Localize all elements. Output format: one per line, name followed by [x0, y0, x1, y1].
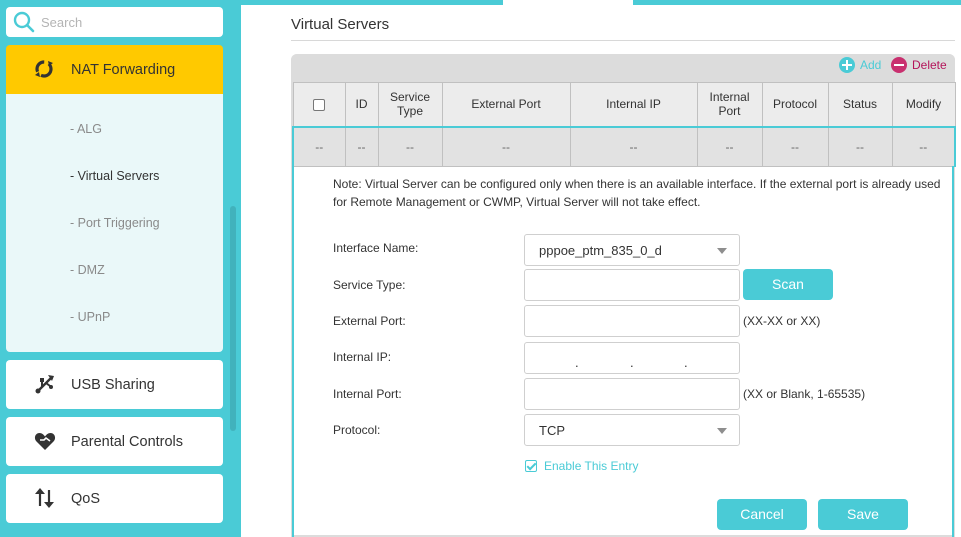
- search-input[interactable]: Search: [41, 15, 82, 30]
- ip-separator: .: [684, 355, 688, 370]
- internal-port-input[interactable]: [524, 378, 740, 410]
- internal-ip-label: Internal IP:: [333, 350, 392, 364]
- sidebar-subitem-virtual-servers[interactable]: - Virtual Servers: [70, 169, 159, 183]
- qos-arrows-icon: [35, 488, 54, 508]
- sidebar-item-parental-controls[interactable]: Parental Controls: [6, 417, 223, 466]
- column-header: Internal Port: [696, 82, 763, 127]
- table-cell: --: [761, 125, 829, 167]
- sidebar-item-label: QoS: [71, 491, 101, 507]
- select-all-checkbox[interactable]: [313, 99, 325, 112]
- table-header-row: ID Service Type External Port Internal I…: [292, 82, 956, 127]
- minus-icon: [891, 57, 907, 73]
- table-toolbar: Add Delete: [291, 54, 955, 82]
- table-cell: --: [827, 125, 893, 167]
- protocol-label: Protocol:: [333, 423, 381, 437]
- column-header: Modify: [891, 82, 956, 127]
- nat-forwarding-icon: [35, 60, 53, 78]
- top-accent-bar-left: [241, 0, 503, 5]
- ip-separator: .: [575, 355, 579, 370]
- external-port-hint: (XX-XX or XX): [743, 314, 821, 328]
- table-cell: --: [891, 125, 956, 167]
- sidebar-item-nat-forwarding[interactable]: NAT Forwarding: [6, 45, 223, 94]
- internal-port-hint: (XX or Blank, 1-65535): [743, 387, 866, 401]
- sidebar-item-qos[interactable]: QoS: [6, 474, 223, 523]
- table-cell: --: [377, 125, 443, 167]
- plus-icon: [839, 57, 855, 73]
- table-row[interactable]: -- -- -- -- -- -- -- -- --: [292, 125, 956, 167]
- table-cell: --: [292, 125, 346, 167]
- select-all-header[interactable]: [292, 82, 346, 127]
- column-header: Service Type: [377, 82, 443, 127]
- cancel-button[interactable]: Cancel: [717, 499, 807, 530]
- table-cell: --: [441, 125, 571, 167]
- sidebar-scrollbar[interactable]: [230, 206, 236, 431]
- sidebar-subitem-dmz[interactable]: - DMZ: [70, 263, 105, 277]
- column-header: Status: [827, 82, 893, 127]
- enable-entry-checkbox[interactable]: Enable This Entry: [525, 459, 639, 473]
- chevron-down-icon: [717, 428, 727, 434]
- service-type-label: Service Type:: [333, 278, 406, 292]
- sidebar-item-label: Parental Controls: [71, 434, 184, 450]
- sidebar-item-label: USB Sharing: [71, 377, 155, 393]
- save-button[interactable]: Save: [818, 499, 908, 530]
- scan-button[interactable]: Scan: [743, 269, 833, 300]
- protocol-value: TCP: [539, 423, 565, 438]
- external-port-label: External Port:: [333, 314, 406, 328]
- usb-icon: [35, 375, 54, 394]
- delete-label: Delete: [912, 58, 947, 72]
- sidebar-subitem-port-triggering[interactable]: - Port Triggering: [70, 216, 160, 230]
- external-port-input[interactable]: [524, 305, 740, 337]
- protocol-select[interactable]: TCP: [524, 414, 740, 446]
- internal-ip-input[interactable]: . . .: [524, 342, 740, 374]
- title-divider: [291, 40, 955, 41]
- sidebar-item-label: NAT Forwarding: [71, 62, 176, 78]
- table-cell: --: [696, 125, 763, 167]
- search-icon: [13, 11, 35, 33]
- nat-submenu: - ALG - Virtual Servers - Port Triggerin…: [6, 94, 223, 352]
- top-accent-bar-right: [633, 0, 961, 5]
- column-header: External Port: [441, 82, 571, 127]
- search-box[interactable]: Search: [6, 7, 223, 37]
- sidebar: Search NAT Forwarding - ALG - Virtual Se…: [0, 0, 241, 537]
- sidebar-subitem-upnp[interactable]: - UPnP: [70, 310, 110, 324]
- chevron-down-icon: [717, 248, 727, 254]
- internal-port-label: Internal Port:: [333, 387, 402, 401]
- sidebar-item-usb-sharing[interactable]: USB Sharing: [6, 360, 223, 409]
- interface-name-value: pppoe_ptm_835_0_d: [539, 243, 662, 258]
- virtual-servers-table: ID Service Type External Port Internal I…: [292, 82, 956, 167]
- service-type-input[interactable]: [524, 269, 740, 301]
- column-header: Internal IP: [569, 82, 698, 127]
- form-note: Note: Virtual Server can be configured o…: [333, 177, 941, 209]
- ip-separator: .: [630, 355, 634, 370]
- table-cell: --: [344, 125, 379, 167]
- enable-entry-label: Enable This Entry: [544, 459, 639, 473]
- page-title: Virtual Servers: [291, 16, 390, 33]
- column-header: ID: [344, 82, 379, 127]
- heart-icon: [34, 433, 56, 450]
- delete-button[interactable]: Delete: [891, 56, 947, 74]
- interface-name-label: Interface Name:: [333, 241, 419, 255]
- table-cell: --: [569, 125, 698, 167]
- sidebar-subitem-alg[interactable]: - ALG: [70, 122, 102, 136]
- add-label: Add: [860, 58, 882, 72]
- interface-name-select[interactable]: pppoe_ptm_835_0_d: [524, 234, 740, 266]
- column-header: Protocol: [761, 82, 829, 127]
- add-button[interactable]: Add: [839, 56, 881, 74]
- checkmark-icon: [525, 460, 537, 472]
